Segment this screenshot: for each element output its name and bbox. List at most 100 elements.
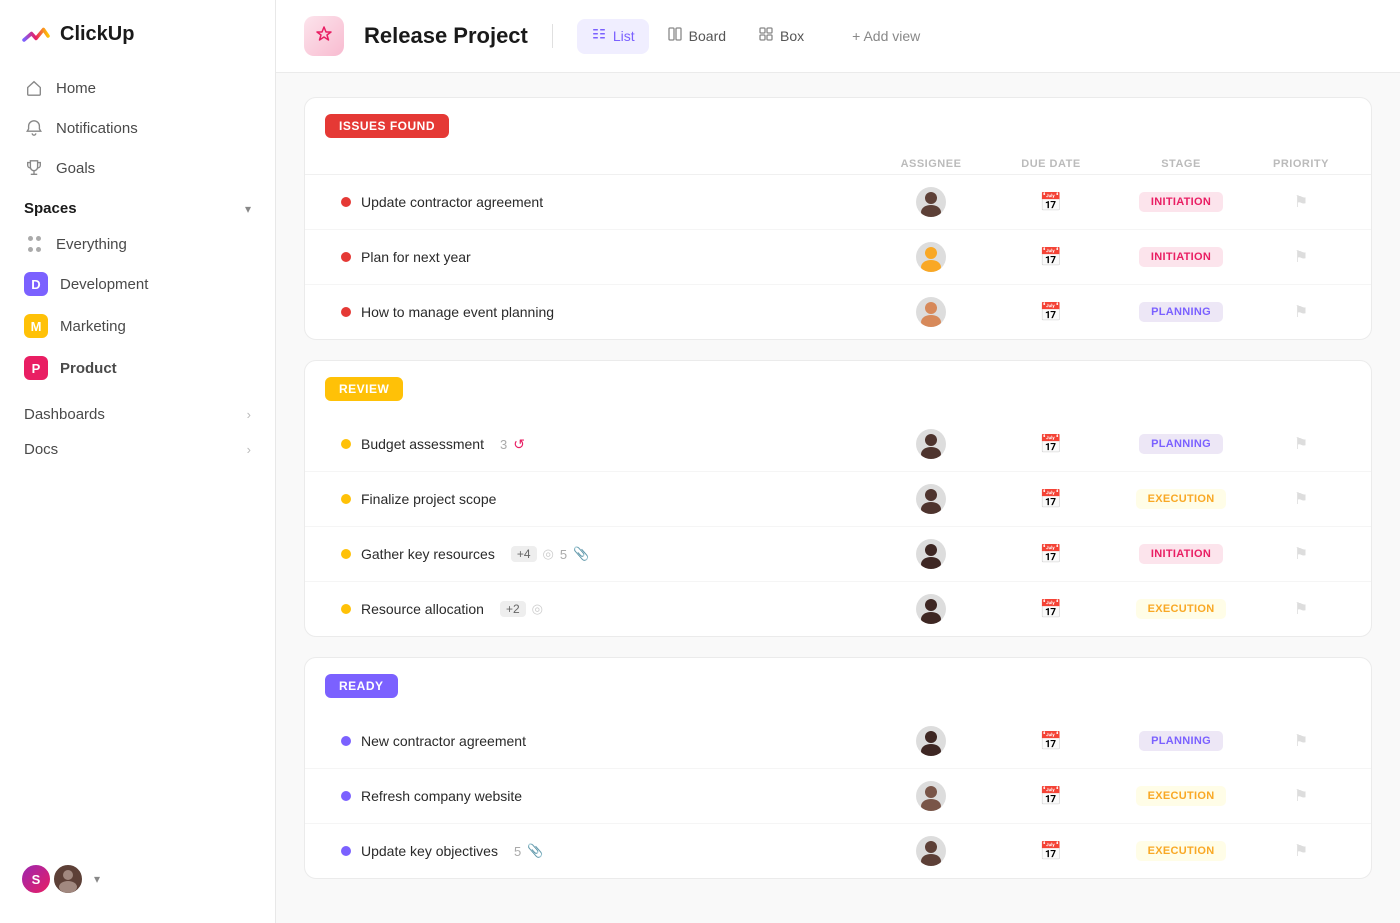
- task-meta: +2 ◎: [500, 601, 543, 617]
- subtask-icon: ↺: [513, 436, 525, 453]
- avatar: [916, 242, 946, 272]
- table-row[interactable]: Resource allocation +2 ◎ 📅 EXECUTION: [305, 582, 1371, 636]
- sidebar-item-dashboards[interactable]: Dashboards ›: [12, 397, 263, 432]
- sidebar-item-everything[interactable]: Everything: [12, 225, 263, 263]
- priority-cell: ⚑: [1251, 302, 1351, 322]
- header-divider: [552, 24, 553, 48]
- status-badge: EXECUTION: [1136, 489, 1227, 509]
- table-row[interactable]: Plan for next year 📅 INITIATION ⚑: [305, 230, 1371, 285]
- table-row[interactable]: Gather key resources +4 ◎ 5 📎 📅: [305, 527, 1371, 582]
- task-name-cell: Budget assessment 3 ↺: [341, 436, 871, 453]
- status-badge: INITIATION: [1139, 192, 1223, 212]
- assignee-cell: [871, 781, 991, 811]
- priority-cell: ⚑: [1251, 731, 1351, 751]
- calendar-icon: 📅: [1040, 786, 1062, 807]
- task-dot: [341, 439, 351, 449]
- task-name: How to manage event planning: [361, 304, 554, 320]
- stage-cell: PLANNING: [1111, 731, 1251, 751]
- col-header-assignee: ASSIGNEE: [871, 158, 991, 170]
- attachment-icon: 📎: [573, 546, 589, 562]
- goals-label: Goals: [56, 160, 95, 177]
- docs-arrow: ›: [247, 442, 251, 457]
- sidebar-item-docs[interactable]: Docs ›: [12, 432, 263, 467]
- add-view-button[interactable]: + Add view: [838, 21, 934, 51]
- task-meta: 5 📎: [514, 843, 543, 859]
- calendar-icon: 📅: [1040, 302, 1062, 323]
- table-row[interactable]: Finalize project scope 📅 EXECUTION ⚑: [305, 472, 1371, 527]
- sidebar-item-product[interactable]: P Product: [12, 347, 263, 389]
- status-badge: INITIATION: [1139, 544, 1223, 564]
- sidebar-item-home[interactable]: Home: [12, 68, 263, 108]
- task-dot: [341, 197, 351, 207]
- sidebar-logo: ClickUp: [0, 0, 275, 68]
- tab-board[interactable]: Board: [653, 19, 740, 54]
- table-row[interactable]: Refresh company website 📅 EXECUTION ⚑: [305, 769, 1371, 824]
- footer-chevron-icon[interactable]: ▾: [94, 872, 100, 886]
- sidebar-item-goals[interactable]: Goals: [12, 148, 263, 188]
- clickup-logo-icon: [20, 18, 52, 50]
- group-header-ready: READY: [305, 658, 1371, 714]
- calendar-icon: 📅: [1040, 434, 1062, 455]
- calendar-icon: 📅: [1040, 247, 1062, 268]
- assignee-cell: [871, 484, 991, 514]
- everything-label: Everything: [56, 236, 127, 253]
- assignee-cell: [871, 726, 991, 756]
- assignee-cell: [871, 836, 991, 866]
- stage-cell: EXECUTION: [1111, 599, 1251, 619]
- task-dot: [341, 494, 351, 504]
- flag-icon: ⚑: [1294, 247, 1308, 267]
- calendar-icon: 📅: [1040, 489, 1062, 510]
- avatar: [916, 594, 946, 624]
- due-date-cell: 📅: [991, 731, 1111, 752]
- stage-cell: INITIATION: [1111, 247, 1251, 267]
- stage-cell: PLANNING: [1111, 434, 1251, 454]
- table-row[interactable]: Update contractor agreement 📅 INITIATION…: [305, 175, 1371, 230]
- avatar: [916, 781, 946, 811]
- task-meta: 3 ↺: [500, 436, 525, 453]
- due-date-cell: 📅: [991, 489, 1111, 510]
- trophy-icon: [24, 158, 44, 178]
- table-row[interactable]: New contractor agreement 📅 PLANNING ⚑: [305, 714, 1371, 769]
- task-name: Refresh company website: [361, 788, 522, 804]
- assignee-cell: [871, 242, 991, 272]
- calendar-icon: 📅: [1040, 731, 1062, 752]
- task-name-cell: Plan for next year: [341, 249, 871, 265]
- flag-icon: ⚑: [1294, 599, 1308, 619]
- due-date-cell: 📅: [991, 544, 1111, 565]
- marketing-label: Marketing: [60, 318, 126, 335]
- table-row[interactable]: Budget assessment 3 ↺ 📅 PLANNING: [305, 417, 1371, 472]
- home-label: Home: [56, 80, 96, 97]
- spaces-section-header[interactable]: Spaces ▾: [0, 188, 275, 225]
- avatar: [916, 726, 946, 756]
- docs-label: Docs: [24, 441, 58, 458]
- dashboards-label: Dashboards: [24, 406, 105, 423]
- priority-cell: ⚑: [1251, 841, 1351, 861]
- avatar: [916, 836, 946, 866]
- task-name-cell: Update contractor agreement: [341, 194, 871, 210]
- task-group-ready: READY New contractor agreement 📅 PLANNIN…: [304, 657, 1372, 879]
- table-row[interactable]: Update key objectives 5 📎 📅 EXECUTION: [305, 824, 1371, 878]
- tab-box[interactable]: Box: [744, 19, 818, 54]
- avatar: [916, 429, 946, 459]
- group-badge-review: REVIEW: [325, 377, 403, 401]
- priority-cell: ⚑: [1251, 434, 1351, 454]
- sidebar-item-notifications[interactable]: Notifications: [12, 108, 263, 148]
- flag-icon: ⚑: [1294, 192, 1308, 212]
- priority-cell: ⚑: [1251, 247, 1351, 267]
- sidebar-item-marketing[interactable]: M Marketing: [12, 305, 263, 347]
- sidebar-item-development[interactable]: D Development: [12, 263, 263, 305]
- task-name: Plan for next year: [361, 249, 471, 265]
- task-name: Update contractor agreement: [361, 194, 543, 210]
- calendar-icon: 📅: [1040, 544, 1062, 565]
- table-row[interactable]: How to manage event planning 📅 PLANNING …: [305, 285, 1371, 339]
- calendar-icon: 📅: [1040, 599, 1062, 620]
- tab-list[interactable]: List: [577, 19, 649, 54]
- stage-cell: INITIATION: [1111, 192, 1251, 212]
- task-dot: [341, 549, 351, 559]
- due-date-cell: 📅: [991, 841, 1111, 862]
- chevron-down-icon: ▾: [245, 202, 251, 216]
- home-icon: [24, 78, 44, 98]
- box-tab-icon: [758, 26, 774, 47]
- due-date-cell: 📅: [991, 192, 1111, 213]
- notifications-label: Notifications: [56, 120, 138, 137]
